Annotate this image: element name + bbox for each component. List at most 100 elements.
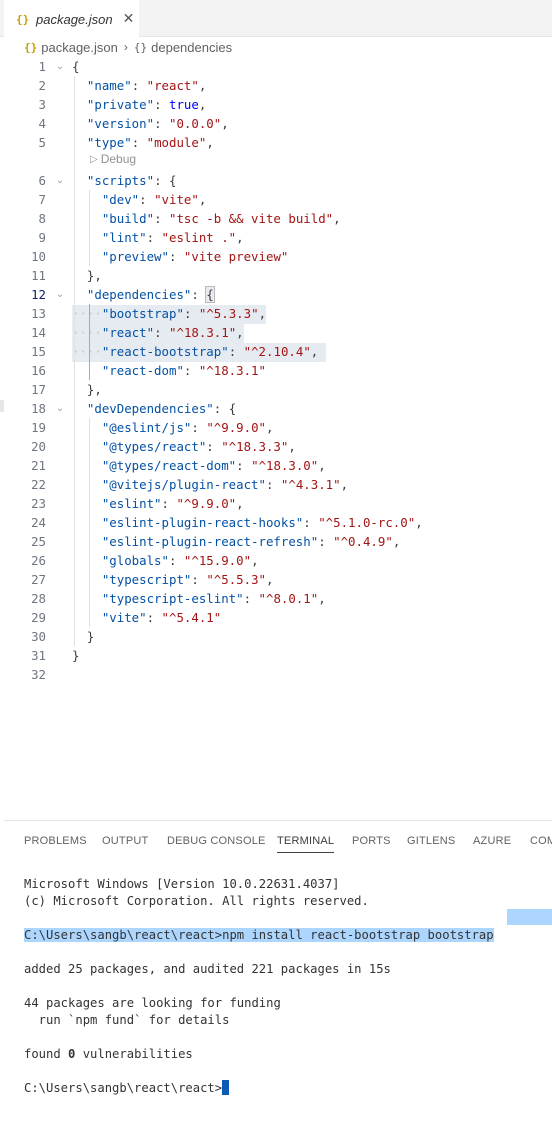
code-line: ····"react": "^18.3.1", xyxy=(72,325,244,340)
code-line: } xyxy=(72,648,80,663)
tab-package-json[interactable]: {} package.json ✕ xyxy=(4,0,139,38)
line-number: 7 xyxy=(38,192,46,207)
line-number: 13 xyxy=(31,306,46,321)
line-number: 6 xyxy=(38,173,46,188)
code-line: "@eslint/js": "^9.9.0", xyxy=(101,420,274,435)
found-suffix: vulnerabilities xyxy=(75,1047,193,1061)
tab-output[interactable]: OUTPUT xyxy=(102,835,148,847)
tab-label: package.json xyxy=(36,11,113,27)
breadcrumb: {} package.json › {} dependencies xyxy=(24,38,232,56)
code-line: "globals": "^15.9.0", xyxy=(101,553,259,568)
line-number: 23 xyxy=(31,496,46,511)
codelens-debug[interactable]: ▷ Debug xyxy=(90,152,136,166)
code-line: }, xyxy=(86,382,102,397)
code-line: "@vitejs/plugin-react": "^4.3.1", xyxy=(101,477,349,492)
terminal-line: 44 packages are looking for funding xyxy=(24,996,281,1010)
close-icon[interactable]: ✕ xyxy=(123,11,135,27)
line-number: 5 xyxy=(38,135,46,150)
code-line: ····"react-bootstrap": "^2.10.4", xyxy=(72,344,319,359)
bottom-panel: PROBLEMS OUTPUT DEBUG CONSOLE TERMINAL P… xyxy=(4,820,552,1141)
tab-comments[interactable]: COM xyxy=(530,835,552,847)
terminal-command-line: C:\Users\sangb\react\react>npm install r… xyxy=(24,927,494,944)
code-line: "lint": "eslint .", xyxy=(101,230,244,245)
code-line: "version": "0.0.0", xyxy=(86,116,229,131)
terminal-prompt: C:\Users\sangb\react\react> xyxy=(24,1081,223,1095)
line-number: 3 xyxy=(38,97,46,112)
terminal-prompt-line[interactable]: C:\Users\sangb\react\react> xyxy=(24,1080,230,1097)
terminal-line: run `npm fund` for details xyxy=(24,1013,230,1027)
terminal-line: added 25 packages, and audited 221 packa… xyxy=(24,962,391,976)
code-line: } xyxy=(86,629,95,644)
json-file-icon: {} xyxy=(16,12,30,26)
code-line: "type": "module", xyxy=(86,135,214,150)
terminal-command: C:\Users\sangb\react\react>npm install r… xyxy=(24,928,494,942)
code-line: "typescript-eslint": "^8.0.1", xyxy=(101,591,326,606)
tab-gitlens[interactable]: GITLENS xyxy=(407,835,455,847)
editor-edge-marker xyxy=(0,400,4,412)
code-line: "preview": "vite preview" xyxy=(101,249,289,264)
chevron-down-icon[interactable]: ⌄ xyxy=(54,285,66,304)
line-number: 29 xyxy=(31,610,46,625)
code-editor[interactable]: 1 ⌄ {2 "name": "react", 3 "private": true, 4… xyxy=(0,57,552,817)
line-number: 20 xyxy=(31,439,46,454)
line-number: 9 xyxy=(38,230,46,245)
terminal-selection xyxy=(507,909,552,925)
found-prefix: found xyxy=(24,1047,69,1061)
code-line: "vite": "^5.4.1" xyxy=(101,610,222,625)
terminal-line: (c) Microsoft Corporation. All rights re… xyxy=(24,894,369,908)
line-number: 19 xyxy=(31,420,46,435)
line-number: 27 xyxy=(31,572,46,587)
code-line: "private": true, xyxy=(86,97,207,112)
code-line: { xyxy=(72,59,80,74)
code-line: "eslint-plugin-react-hooks": "^5.1.0-rc.… xyxy=(101,515,423,530)
code-line: "dependencies": { xyxy=(86,286,215,303)
chevron-right-icon: › xyxy=(123,40,128,54)
line-number: 17 xyxy=(31,382,46,397)
code-line: "eslint-plugin-react-refresh": "^0.4.9", xyxy=(101,534,401,549)
line-number: 28 xyxy=(31,591,46,606)
editor-tab-bar: {} package.json ✕ xyxy=(0,0,552,38)
code-line: "devDependencies": { xyxy=(86,401,237,416)
line-number: 15 xyxy=(31,344,46,359)
chevron-down-icon[interactable]: ⌄ xyxy=(54,57,66,76)
tab-ports[interactable]: PORTS xyxy=(352,835,391,847)
line-number: 24 xyxy=(31,515,46,530)
line-number: 31 xyxy=(31,648,46,663)
line-number: 30 xyxy=(31,629,46,644)
code-line: "@types/react-dom": "^18.3.0", xyxy=(101,458,326,473)
breadcrumb-file[interactable]: package.json xyxy=(41,40,118,55)
play-icon: ▷ xyxy=(90,153,98,165)
terminal-cursor xyxy=(222,1080,230,1095)
line-number: 32 xyxy=(31,667,46,682)
line-number: 14 xyxy=(31,325,46,340)
line-number: 18 xyxy=(31,401,46,416)
object-icon: {} xyxy=(133,40,148,54)
tab-terminal[interactable]: TERMINAL xyxy=(277,835,335,853)
line-number: 4 xyxy=(38,116,46,131)
code-line: "dev": "vite", xyxy=(101,192,207,207)
terminal-vuln-line: found 0 vulnerabilities xyxy=(24,1046,193,1063)
tab-problems[interactable]: PROBLEMS xyxy=(24,835,87,847)
chevron-down-icon[interactable]: ⌄ xyxy=(54,399,66,418)
code-line: }, xyxy=(86,268,102,283)
tab-azure[interactable]: AZURE xyxy=(473,835,511,847)
code-line: "name": "react", xyxy=(86,78,207,93)
line-number: 26 xyxy=(31,553,46,568)
code-line: "typescript": "^5.5.3", xyxy=(101,572,274,587)
line-number: 12 xyxy=(31,287,46,302)
code-line: "react-dom": "^18.3.1" xyxy=(101,363,266,378)
line-number: 21 xyxy=(31,458,46,473)
chevron-down-icon[interactable]: ⌄ xyxy=(54,171,66,190)
json-file-icon: {} xyxy=(24,40,38,54)
tab-debug-console[interactable]: DEBUG CONSOLE xyxy=(167,835,266,847)
code-line: "eslint": "^9.9.0", xyxy=(101,496,244,511)
panel-tabs: PROBLEMS OUTPUT DEBUG CONSOLE TERMINAL P… xyxy=(4,821,552,859)
breadcrumb-node[interactable]: dependencies xyxy=(151,40,232,55)
line-number: 10 xyxy=(31,249,46,264)
code-line: "build": "tsc -b && vite build", xyxy=(101,211,341,226)
line-number: 11 xyxy=(31,268,46,283)
line-number: 25 xyxy=(31,534,46,549)
line-number: 2 xyxy=(38,78,46,93)
code-line: ····"bootstrap": "^5.3.3", xyxy=(72,306,267,321)
line-number: 16 xyxy=(31,363,46,378)
